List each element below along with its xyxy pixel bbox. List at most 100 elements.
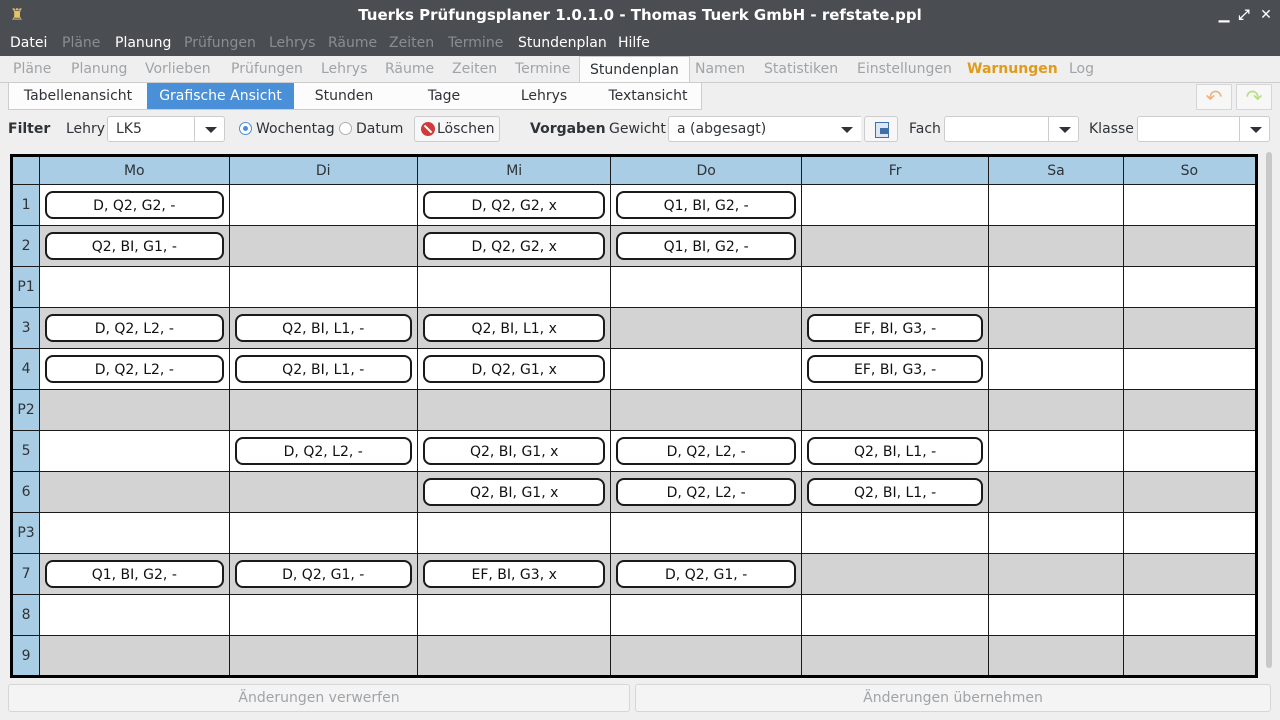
lehry-select[interactable]: LK5 (107, 116, 225, 142)
timetable-cell[interactable] (416, 594, 612, 636)
lesson-block[interactable]: Q2, BI, G1, x (422, 478, 606, 506)
timetable-cell[interactable] (1122, 512, 1258, 554)
tab-warnungen[interactable]: Warnungen (957, 56, 1068, 83)
timetable-cell[interactable]: Q1, BI, G2, - (39, 553, 230, 595)
view-tage[interactable]: Tage (394, 83, 494, 109)
timetable-cell[interactable] (610, 389, 802, 431)
lesson-block[interactable]: D, Q2, G1, x (422, 355, 606, 383)
menu-lehrys[interactable]: Lehrys (269, 30, 315, 56)
timetable-cell[interactable] (988, 553, 1124, 595)
lesson-block[interactable]: D, Q2, L2, - (45, 355, 224, 383)
gewicht-select[interactable]: a (abgesagt) (668, 116, 861, 142)
timetable-cell[interactable] (800, 635, 990, 677)
lesson-block[interactable]: Q1, BI, G2, - (616, 191, 796, 219)
timetable-cell[interactable]: Q2, BI, L1, - (228, 307, 418, 349)
timetable-cell[interactable] (416, 266, 612, 308)
timetable-cell[interactable] (988, 512, 1124, 554)
minimize-icon[interactable]: ▁ (1214, 0, 1234, 30)
lesson-block[interactable]: D, Q2, L2, - (616, 437, 796, 465)
lesson-block[interactable]: Q2, BI, L1, - (234, 314, 412, 342)
timetable-cell[interactable] (610, 512, 802, 554)
timetable-cell[interactable] (228, 594, 418, 636)
lesson-block[interactable]: Q1, BI, G2, - (45, 560, 224, 588)
tab-namen[interactable]: Namen (685, 56, 755, 83)
discard-changes-button[interactable]: Änderungen verwerfen (8, 684, 630, 712)
lesson-block[interactable]: Q2, BI, G1, x (422, 437, 606, 465)
lesson-block[interactable]: D, Q2, L2, - (616, 478, 796, 506)
timetable-cell[interactable] (800, 184, 990, 226)
view-textansicht[interactable]: Textansicht (594, 83, 702, 109)
timetable-cell[interactable] (39, 430, 230, 472)
timetable-cell[interactable]: D, Q2, G1, - (610, 553, 802, 595)
timetable-cell[interactable] (228, 471, 418, 513)
timetable-cell[interactable] (800, 553, 990, 595)
apply-changes-button[interactable]: Änderungen übernehmen (635, 684, 1271, 712)
wochentag-label[interactable]: Wochentag (256, 113, 335, 145)
lesson-block[interactable]: D, Q2, G2, x (422, 191, 606, 219)
timetable-cell[interactable] (988, 389, 1124, 431)
tab-lehrys[interactable]: Lehrys (311, 56, 377, 83)
lesson-block[interactable]: D, Q2, L2, - (45, 314, 224, 342)
maximize-icon[interactable]: ⤢ (1234, 0, 1254, 30)
lesson-block[interactable]: Q2, BI, L1, - (806, 437, 984, 465)
menu-stundenplan[interactable]: Stundenplan (518, 30, 607, 56)
timetable-cell[interactable] (39, 635, 230, 677)
view-lehrys[interactable]: Lehrys (494, 83, 594, 109)
export-icon[interactable] (864, 116, 898, 142)
tab-termine[interactable]: Termine (505, 56, 580, 83)
timetable-cell[interactable] (1122, 471, 1258, 513)
menu-planung[interactable]: Planung (115, 30, 171, 56)
timetable-cell[interactable] (1122, 307, 1258, 349)
tab-log[interactable]: Log (1059, 56, 1104, 83)
menu-hilfe[interactable]: Hilfe (618, 30, 650, 56)
timetable-cell[interactable]: Q2, BI, G1, x (416, 430, 612, 472)
timetable-cell[interactable]: EF, BI, G3, x (416, 553, 612, 595)
lesson-block[interactable]: EF, BI, G3, - (806, 314, 984, 342)
timetable-cell[interactable] (610, 594, 802, 636)
timetable-cell[interactable] (416, 389, 612, 431)
menu-termine[interactable]: Termine (448, 30, 503, 56)
timetable-cell[interactable] (988, 348, 1124, 390)
timetable-cell[interactable]: D, Q2, G1, x (416, 348, 612, 390)
loeschen-button[interactable]: Löschen (414, 116, 500, 142)
tab-vorlieben[interactable]: Vorlieben (135, 56, 221, 83)
timetable-cell[interactable]: D, Q2, G2, - (39, 184, 230, 226)
timetable-cell[interactable] (988, 266, 1124, 308)
timetable-cell[interactable] (228, 184, 418, 226)
timetable-cell[interactable] (39, 471, 230, 513)
timetable-cell[interactable]: D, Q2, G2, x (416, 184, 612, 226)
vertical-scrollbar[interactable] (1266, 152, 1272, 668)
tab-einstellungen[interactable]: Einstellungen (847, 56, 962, 83)
redo-icon[interactable]: ↷ (1236, 84, 1272, 110)
timetable-cell[interactable]: Q2, BI, G1, - (39, 225, 230, 267)
timetable-cell[interactable]: Q1, BI, G2, - (610, 225, 802, 267)
lesson-block[interactable]: D, Q2, G2, - (45, 191, 224, 219)
timetable-cell[interactable]: D, Q2, L2, - (39, 348, 230, 390)
timetable-cell[interactable]: Q2, BI, L1, - (800, 430, 990, 472)
close-icon[interactable]: ✕ (1256, 0, 1276, 30)
timetable-cell[interactable] (39, 389, 230, 431)
timetable-cell[interactable] (988, 184, 1124, 226)
timetable-cell[interactable] (1122, 430, 1258, 472)
timetable-cell[interactable]: D, Q2, L2, - (39, 307, 230, 349)
timetable-cell[interactable] (610, 266, 802, 308)
timetable-cell[interactable] (610, 635, 802, 677)
timetable-cell[interactable] (988, 430, 1124, 472)
timetable-cell[interactable] (1122, 266, 1258, 308)
tab-statistiken[interactable]: Statistiken (754, 56, 848, 83)
timetable-cell[interactable]: D, Q2, G1, - (228, 553, 418, 595)
timetable-cell[interactable]: D, Q2, L2, - (610, 430, 802, 472)
timetable-cell[interactable] (800, 594, 990, 636)
lesson-block[interactable]: Q2, BI, L1, - (234, 355, 412, 383)
timetable-cell[interactable]: D, Q2, G2, x (416, 225, 612, 267)
tab-plaene[interactable]: Pläne (3, 56, 61, 83)
timetable-cell[interactable]: Q2, BI, L1, - (228, 348, 418, 390)
timetable-cell[interactable] (416, 635, 612, 677)
timetable-cell[interactable] (228, 389, 418, 431)
timetable-cell[interactable]: Q2, BI, G1, x (416, 471, 612, 513)
timetable-cell[interactable] (800, 225, 990, 267)
timetable-cell[interactable] (39, 512, 230, 554)
timetable-cell[interactable] (228, 512, 418, 554)
timetable-cell[interactable] (1122, 553, 1258, 595)
menu-pruefungen[interactable]: Prüfungen (184, 30, 256, 56)
